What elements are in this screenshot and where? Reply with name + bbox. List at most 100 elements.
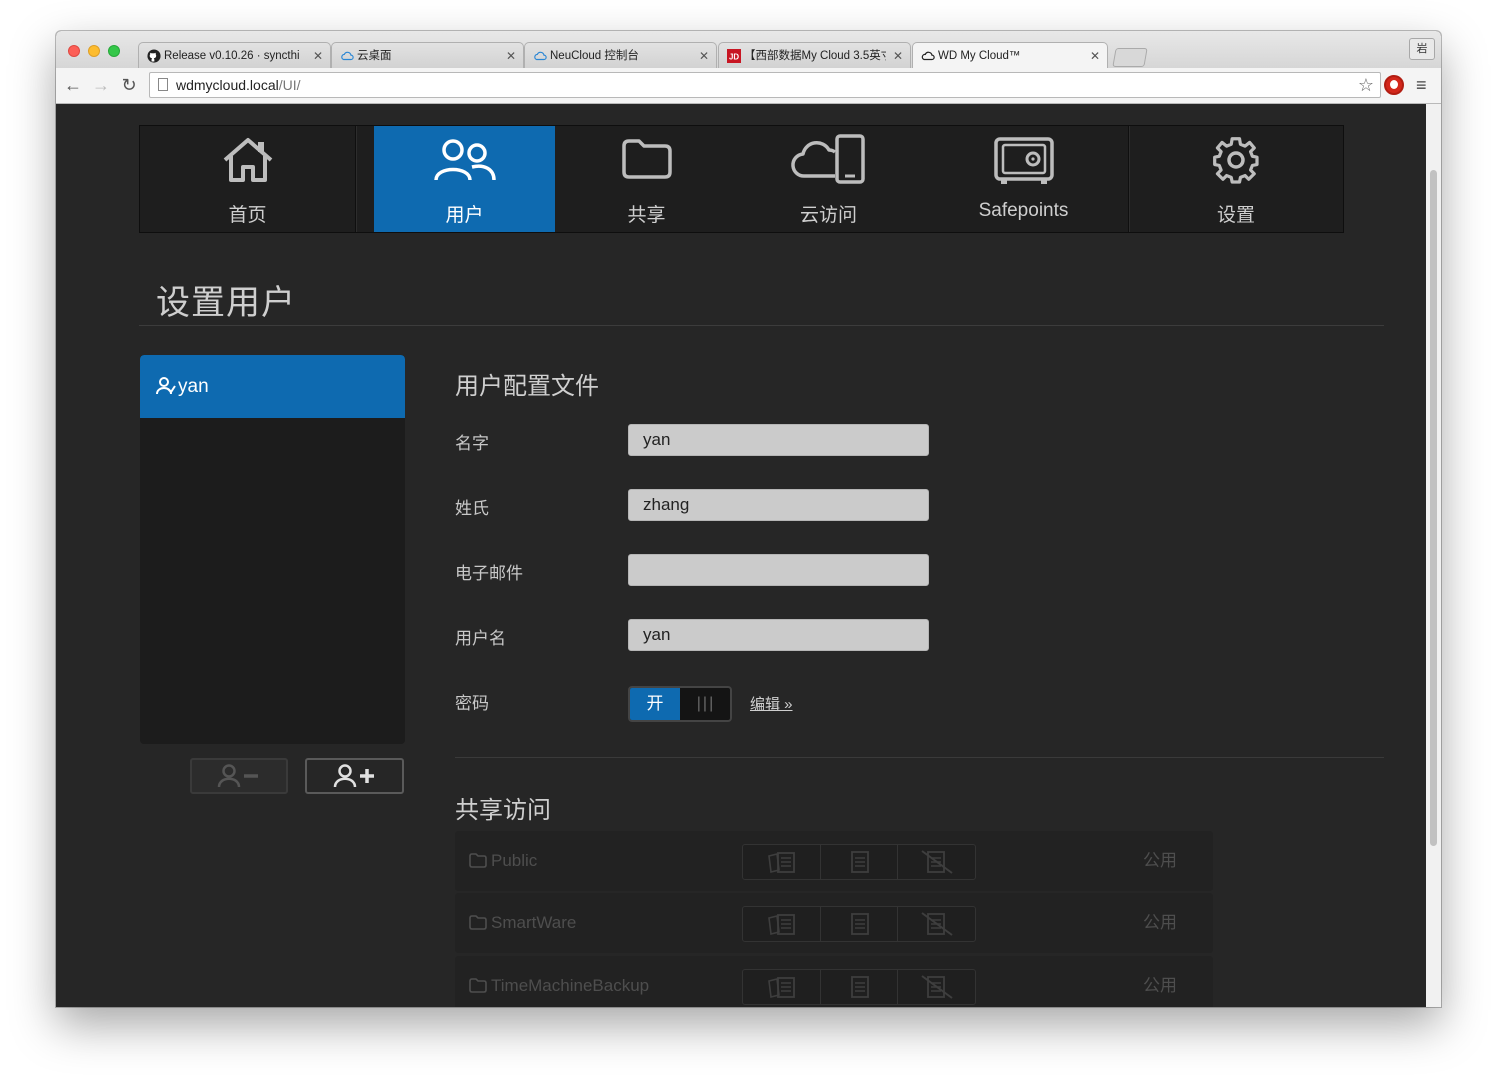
nav-item-settings[interactable]: 设置 (1129, 126, 1343, 232)
browser-toolbar: ← → ↻ wdmycloud.local/UI/ ☆ ≡ (56, 68, 1441, 104)
cloud-icon (534, 51, 547, 61)
close-tab-icon[interactable]: ✕ (893, 43, 903, 68)
jd-icon: JD (727, 49, 741, 63)
nav-item-safepoints[interactable]: Safepoints (919, 126, 1128, 232)
url-host: wdmycloud.local (176, 77, 279, 93)
share-access-level: 公用 (1143, 913, 1177, 932)
forward-icon[interactable]: → (91, 74, 111, 96)
browser-tab[interactable]: Release v0.10.26 · syncthi ✕ (138, 42, 331, 68)
page-title: 设置用户 (156, 284, 296, 322)
share-row: Public 公用 (455, 831, 1213, 891)
url-text: wdmycloud.local/UI/ (176, 73, 301, 97)
profile-section-title: 用户配置文件 (455, 373, 599, 400)
read-only-button[interactable] (820, 970, 898, 1004)
no-access-icon (920, 850, 953, 874)
close-tab-icon[interactable]: ✕ (313, 43, 323, 68)
main-nav: 首页 用户 共享 云访问 Safepoints 设置 (139, 125, 1344, 233)
new-tab-button[interactable] (1112, 48, 1148, 67)
remove-user-icon (217, 764, 258, 788)
user-name: yan (178, 376, 209, 397)
cloud-device-icon (790, 134, 865, 184)
divider (455, 757, 1384, 758)
nav-label: 云访问 (799, 205, 857, 226)
reload-icon[interactable]: ↻ (119, 74, 139, 96)
close-tab-icon[interactable]: ✕ (699, 43, 709, 68)
share-access-section-title: 共享访问 (455, 797, 551, 824)
nav-label: Safepoints (978, 200, 1069, 221)
close-tab-icon[interactable]: ✕ (1090, 43, 1100, 68)
bookmark-star-icon[interactable]: ☆ (1358, 73, 1374, 97)
read-write-icon (767, 977, 795, 998)
scrollbar-thumb[interactable] (1430, 170, 1437, 846)
url-path: /UI/ (278, 77, 301, 93)
menu-icon[interactable]: ≡ (1416, 72, 1427, 98)
read-only-button[interactable] (820, 845, 898, 879)
nav-item-cloud-access[interactable]: 云访问 (738, 126, 919, 232)
folder-icon (469, 978, 487, 993)
home-icon (223, 138, 272, 182)
remove-user-button[interactable] (190, 758, 288, 794)
nav-item-users[interactable]: 用户 (374, 126, 555, 232)
read-write-icon (767, 914, 795, 935)
gear-icon (1213, 137, 1259, 184)
email-field[interactable] (628, 554, 929, 586)
share-row: TimeMachineBackup 公用 (455, 956, 1213, 1007)
tab-title: NeuCloud 控制台 (550, 50, 639, 62)
close-tab-icon[interactable]: ✕ (506, 43, 516, 68)
browser-tab-active[interactable]: WD My Cloud™ ✕ (912, 42, 1108, 68)
tab-title: 【西部数据My Cloud 3.5英寸 (744, 50, 886, 62)
read-write-button[interactable] (743, 907, 820, 941)
read-only-icon (850, 851, 869, 873)
close-window-button[interactable] (68, 45, 80, 57)
address-bar[interactable]: wdmycloud.local/UI/ ☆ (149, 72, 1381, 98)
profile-button[interactable]: 岩 (1409, 38, 1435, 60)
email-label: 电子邮件 (455, 564, 523, 583)
add-user-icon (333, 764, 374, 788)
browser-tab[interactable]: 云桌面 ✕ (331, 42, 524, 68)
page-scrollbar[interactable] (1426, 104, 1441, 1007)
username-label: 用户名 (455, 629, 506, 648)
divider (139, 325, 1384, 326)
read-only-icon (850, 976, 869, 998)
share-permission-selector (742, 844, 976, 880)
github-icon (147, 49, 161, 63)
add-user-button[interactable] (305, 758, 404, 794)
no-access-icon (920, 912, 953, 936)
share-row: SmartWare 公用 (455, 893, 1213, 953)
folder-icon (621, 139, 672, 179)
read-only-icon (850, 913, 869, 935)
browser-tab[interactable]: JD 【西部数据My Cloud 3.5英寸 ✕ (718, 42, 911, 68)
user-list-item[interactable]: yan (140, 355, 405, 418)
no-access-button[interactable] (897, 970, 975, 1004)
browser-window: Release v0.10.26 · syncthi ✕ 云桌面 ✕ NeuCl… (56, 31, 1441, 1007)
minimize-window-button[interactable] (88, 45, 100, 57)
last-name-field[interactable] (628, 489, 929, 521)
read-write-button[interactable] (743, 845, 820, 879)
no-access-button[interactable] (897, 845, 975, 879)
nav-item-shares[interactable]: 共享 (555, 126, 738, 232)
user-icon (156, 377, 176, 395)
back-icon[interactable]: ← (63, 74, 83, 96)
no-access-button[interactable] (897, 907, 975, 941)
safe-icon (993, 137, 1054, 184)
tab-title: WD My Cloud™ (938, 50, 1021, 62)
toggle-grip: ||| (696, 695, 716, 712)
nav-label: 设置 (1216, 205, 1255, 226)
wd-cloud-icon (921, 51, 935, 61)
edit-password-link[interactable]: 编辑 » (750, 693, 793, 714)
extension-icon[interactable] (1384, 75, 1404, 95)
folder-icon (469, 853, 487, 868)
password-toggle[interactable]: 开 ||| (628, 686, 732, 722)
read-only-button[interactable] (820, 907, 898, 941)
users-icon (433, 139, 496, 181)
read-write-icon (767, 852, 795, 873)
share-access-level: 公用 (1143, 851, 1177, 870)
read-write-button[interactable] (743, 970, 820, 1004)
browser-tab[interactable]: NeuCloud 控制台 ✕ (524, 42, 717, 68)
maximize-window-button[interactable] (108, 45, 120, 57)
nav-item-home[interactable]: 首页 (140, 126, 355, 232)
username-field[interactable] (628, 619, 929, 651)
share-name: Public (491, 851, 538, 870)
first-name-field[interactable] (628, 424, 929, 456)
page-viewport: 首页 用户 共享 云访问 Safepoints 设置 设置用户 yan 用户配置… (56, 104, 1426, 1007)
